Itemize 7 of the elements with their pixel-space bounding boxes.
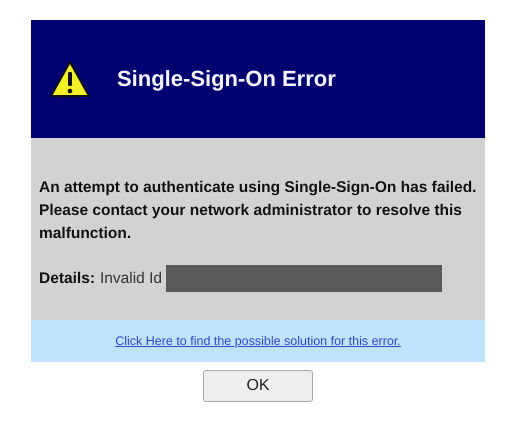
ok-button[interactable]: OK: [203, 370, 313, 402]
error-message: An attempt to authenticate using Single-Sign-On has failed. Please contact your network administrator to resolve this malfunction.: [39, 178, 477, 244]
help-link[interactable]: Click Here to find the possible solution for this error.: [115, 334, 401, 348]
details-value: Invalid Id: [100, 270, 162, 288]
details-label: Details:: [39, 270, 95, 288]
dialog-title: Single-Sign-On Error: [117, 66, 336, 92]
warning-icon: [49, 60, 91, 98]
